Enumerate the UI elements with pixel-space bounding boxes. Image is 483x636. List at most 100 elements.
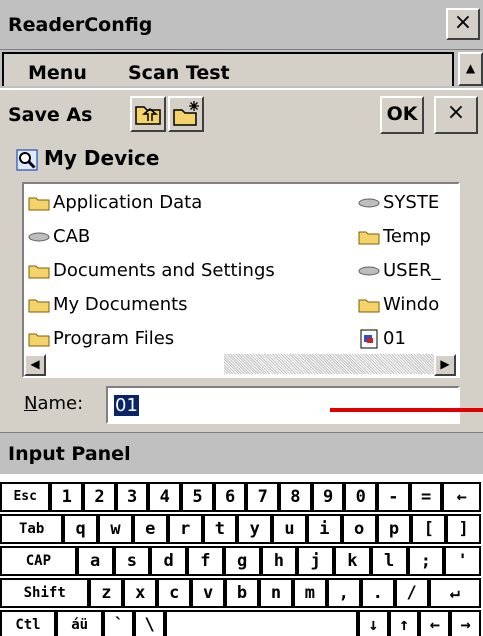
file-item[interactable]: Program Files xyxy=(28,326,174,352)
file-item[interactable]: CAB xyxy=(28,224,90,250)
key[interactable]: 6 xyxy=(213,482,247,512)
key[interactable]: y xyxy=(237,514,273,544)
save-as-dialog: Save As OK × My Device Application Data … xyxy=(0,88,483,432)
menu-item-menu[interactable]: Menu xyxy=(28,62,87,84)
file-name: Program Files xyxy=(53,328,175,349)
key[interactable]: u xyxy=(272,514,307,544)
key[interactable]: [ xyxy=(411,514,447,544)
key-caps[interactable]: CAP xyxy=(0,546,77,576)
key[interactable]: 2 xyxy=(83,482,116,512)
key[interactable]: v xyxy=(191,578,226,608)
key-enter[interactable]: ↵ xyxy=(428,578,481,608)
key[interactable]: 8 xyxy=(279,482,312,512)
key[interactable]: r xyxy=(167,514,203,544)
file-item[interactable]: Documents and Settings xyxy=(28,258,275,284)
key[interactable]: w xyxy=(98,514,133,544)
key[interactable]: k xyxy=(334,546,371,576)
file-icon xyxy=(360,329,378,349)
file-item[interactable]: My Documents xyxy=(28,292,188,318)
scroll-right-button[interactable]: ▶ xyxy=(434,354,456,376)
file-item[interactable]: Temp xyxy=(358,224,431,250)
file-item[interactable]: Windo xyxy=(358,292,439,318)
key[interactable]: 5 xyxy=(181,482,214,512)
keyboard-row: Tab q w e r t y u i o p [ ] xyxy=(0,514,483,546)
key[interactable]: d xyxy=(150,546,188,576)
key[interactable]: \ xyxy=(134,610,165,636)
key[interactable]: o xyxy=(341,514,377,544)
key[interactable]: ` xyxy=(103,610,135,636)
key[interactable]: g xyxy=(223,546,261,576)
key-tab[interactable]: Tab xyxy=(0,514,64,544)
file-item[interactable]: Application Data xyxy=(28,190,202,216)
key[interactable]: 3 xyxy=(115,482,149,512)
key[interactable]: b xyxy=(225,578,259,608)
key[interactable]: m xyxy=(292,578,327,608)
key-right[interactable]: → xyxy=(450,610,481,636)
key-up[interactable]: ↑ xyxy=(388,610,420,636)
key-esc[interactable]: Esc xyxy=(0,482,51,512)
scroll-track[interactable] xyxy=(224,354,434,374)
key-intl[interactable]: áü xyxy=(55,610,104,636)
key-left[interactable]: ← xyxy=(419,610,451,636)
key[interactable]: z xyxy=(89,578,124,608)
file-name: CAB xyxy=(53,226,91,247)
key[interactable]: ; xyxy=(407,546,445,576)
menu-item-scan-test[interactable]: Scan Test xyxy=(128,62,230,84)
key[interactable]: l xyxy=(370,546,408,576)
key[interactable]: 4 xyxy=(148,482,182,512)
key[interactable]: a xyxy=(76,546,114,576)
file-list[interactable]: Application Data CAB Documents and Setti… xyxy=(22,182,460,378)
key[interactable]: i xyxy=(306,514,342,544)
app-title: ReaderConfig xyxy=(8,14,153,36)
key-space[interactable] xyxy=(164,610,358,636)
key[interactable]: s xyxy=(113,546,151,576)
key[interactable]: - xyxy=(377,482,410,512)
location-row[interactable]: My Device xyxy=(16,146,159,171)
key-ctrl[interactable]: Ctl xyxy=(0,610,56,636)
name-label-accel: N xyxy=(24,393,38,414)
key-down[interactable]: ↓ xyxy=(357,610,389,636)
key-backspace[interactable]: ← xyxy=(442,482,481,512)
dialog-close-button[interactable]: × xyxy=(434,96,478,134)
key[interactable]: ] xyxy=(446,514,481,544)
key[interactable]: q xyxy=(63,514,99,544)
annotation-line xyxy=(330,408,483,412)
horizontal-scrollbar[interactable]: ◀ ▶ xyxy=(24,354,458,376)
file-item[interactable]: 01 xyxy=(358,326,406,352)
up-folder-button[interactable] xyxy=(130,96,166,132)
key[interactable]: f xyxy=(187,546,224,576)
key[interactable]: n xyxy=(259,578,293,608)
key[interactable]: . xyxy=(360,578,395,608)
file-item[interactable]: SYSTE xyxy=(358,190,439,216)
key[interactable]: 9 xyxy=(311,482,345,512)
key-shift[interactable]: Shift xyxy=(0,578,90,608)
folder-icon xyxy=(28,333,50,347)
file-name: SYSTE xyxy=(383,192,440,213)
key[interactable]: p xyxy=(376,514,412,544)
drive-icon xyxy=(358,266,380,276)
file-item[interactable]: USER_ xyxy=(358,258,440,284)
folder-icon xyxy=(358,231,380,245)
scroll-up-button[interactable]: ▲ xyxy=(458,52,483,86)
key[interactable]: 1 xyxy=(50,482,84,512)
key[interactable]: j xyxy=(297,546,335,576)
key[interactable]: c xyxy=(157,578,192,608)
key[interactable]: h xyxy=(260,546,298,576)
key[interactable]: x xyxy=(123,578,158,608)
key[interactable]: / xyxy=(394,578,429,608)
key[interactable]: , xyxy=(326,578,361,608)
key[interactable]: t xyxy=(202,514,238,544)
filename-input[interactable]: 01 xyxy=(106,386,460,424)
key[interactable]: 0 xyxy=(344,482,378,512)
app-close-button[interactable]: × xyxy=(446,8,480,40)
key[interactable]: e xyxy=(132,514,168,544)
search-device-icon xyxy=(16,149,38,170)
scroll-left-button[interactable]: ◀ xyxy=(24,354,46,376)
keyboard-row: Ctl áü ` \ ↓ ↑ ← → xyxy=(0,610,483,636)
new-folder-button[interactable] xyxy=(168,96,204,132)
key[interactable]: 7 xyxy=(246,482,280,512)
ok-button[interactable]: OK xyxy=(380,96,424,134)
file-name: Documents and Settings xyxy=(53,260,275,281)
key[interactable]: ' xyxy=(444,546,481,576)
key[interactable]: = xyxy=(409,482,443,512)
